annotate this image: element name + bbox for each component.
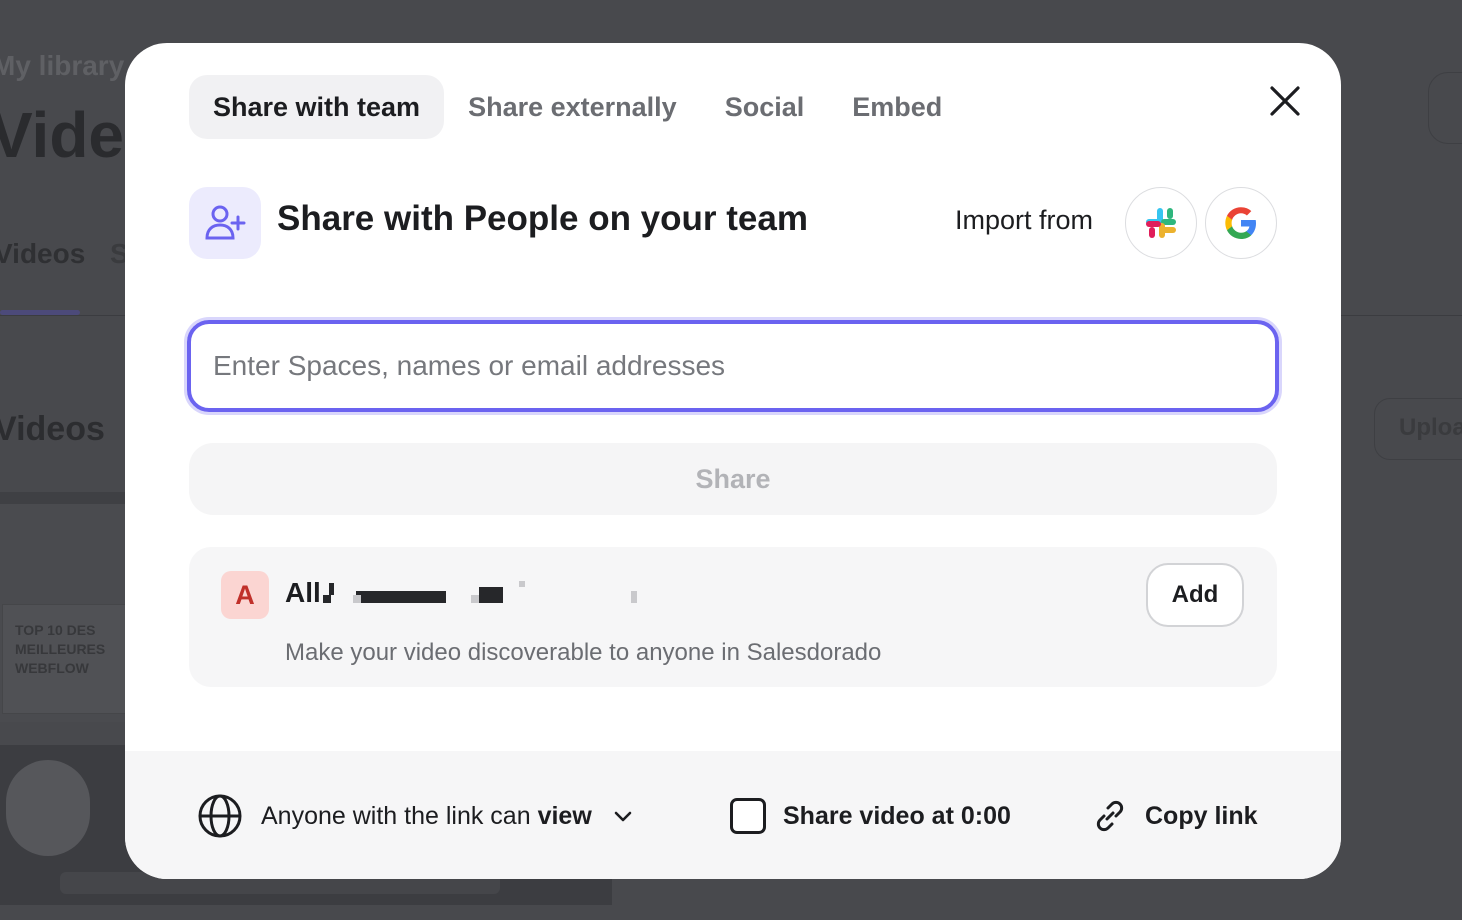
google-icon [1225, 207, 1256, 239]
link-access-label: Anyone with the link can view [261, 801, 592, 830]
share-at-checkbox[interactable] [730, 798, 766, 834]
copy-link-label: Copy link [1145, 801, 1258, 830]
thumbnail-face [6, 760, 90, 856]
tab-embed[interactable]: Embed [828, 75, 966, 139]
tab-share-with-team[interactable]: Share with team [189, 75, 445, 139]
import-google-button[interactable] [1205, 187, 1277, 259]
link-access-dropdown[interactable]: Anyone with the link can view [197, 791, 634, 841]
copy-link-button[interactable]: Copy link [1093, 795, 1258, 837]
breadcrumb: My library [0, 50, 125, 81]
video-thumbnail: TOP 10 DES MEILLEURES WEBFLOW [0, 492, 130, 722]
modal-footer: Anyone with the link can view Share vide… [125, 751, 1341, 879]
team-card: A All Make your video discoverable to an… [189, 547, 1277, 687]
tab-videos: Videos [0, 238, 86, 269]
share-at-label: Share video at 0:00 [783, 801, 1011, 830]
share-button[interactable]: Share [189, 443, 1277, 515]
team-name: All [285, 577, 321, 608]
thumbnail-card: TOP 10 DES MEILLEURES WEBFLOW [2, 604, 130, 714]
share-tabs: Share with team Share externally Social … [189, 75, 966, 139]
recipients-field [187, 320, 1279, 412]
team-avatar: A [221, 571, 269, 619]
link-icon [1096, 800, 1124, 832]
slack-icon [1146, 208, 1176, 238]
globe-icon [198, 794, 242, 838]
section-title: Videos [0, 410, 105, 448]
add-person-badge [189, 187, 261, 259]
team-description: Make your video discoverable to anyone i… [285, 639, 882, 666]
import-from-label: Import from [955, 205, 1094, 235]
add-team-button[interactable]: Add [1146, 563, 1244, 627]
thumbnail-text: TOP 10 DES MEILLEURES WEBFLOW [15, 622, 106, 676]
share-modal: Share with team Share externally Social … [125, 43, 1341, 879]
thumbnail-browser-bar [0, 492, 130, 504]
top-right-button [1428, 72, 1462, 144]
section-heading: Share with People on your team [277, 199, 808, 238]
tab-social[interactable]: Social [701, 75, 829, 139]
chevron-down-icon [614, 811, 632, 822]
add-person-icon [205, 205, 246, 240]
close-icon [1270, 86, 1300, 116]
upload-button: Uploa [1374, 398, 1462, 460]
close-button[interactable] [1261, 77, 1309, 125]
recipients-input[interactable] [191, 324, 1275, 408]
access-level: view [537, 801, 592, 830]
import-slack-button[interactable] [1125, 187, 1197, 259]
share-at-time-toggle[interactable]: Share video at 0:00 [730, 795, 1011, 837]
tab-share-externally[interactable]: Share externally [444, 75, 701, 139]
